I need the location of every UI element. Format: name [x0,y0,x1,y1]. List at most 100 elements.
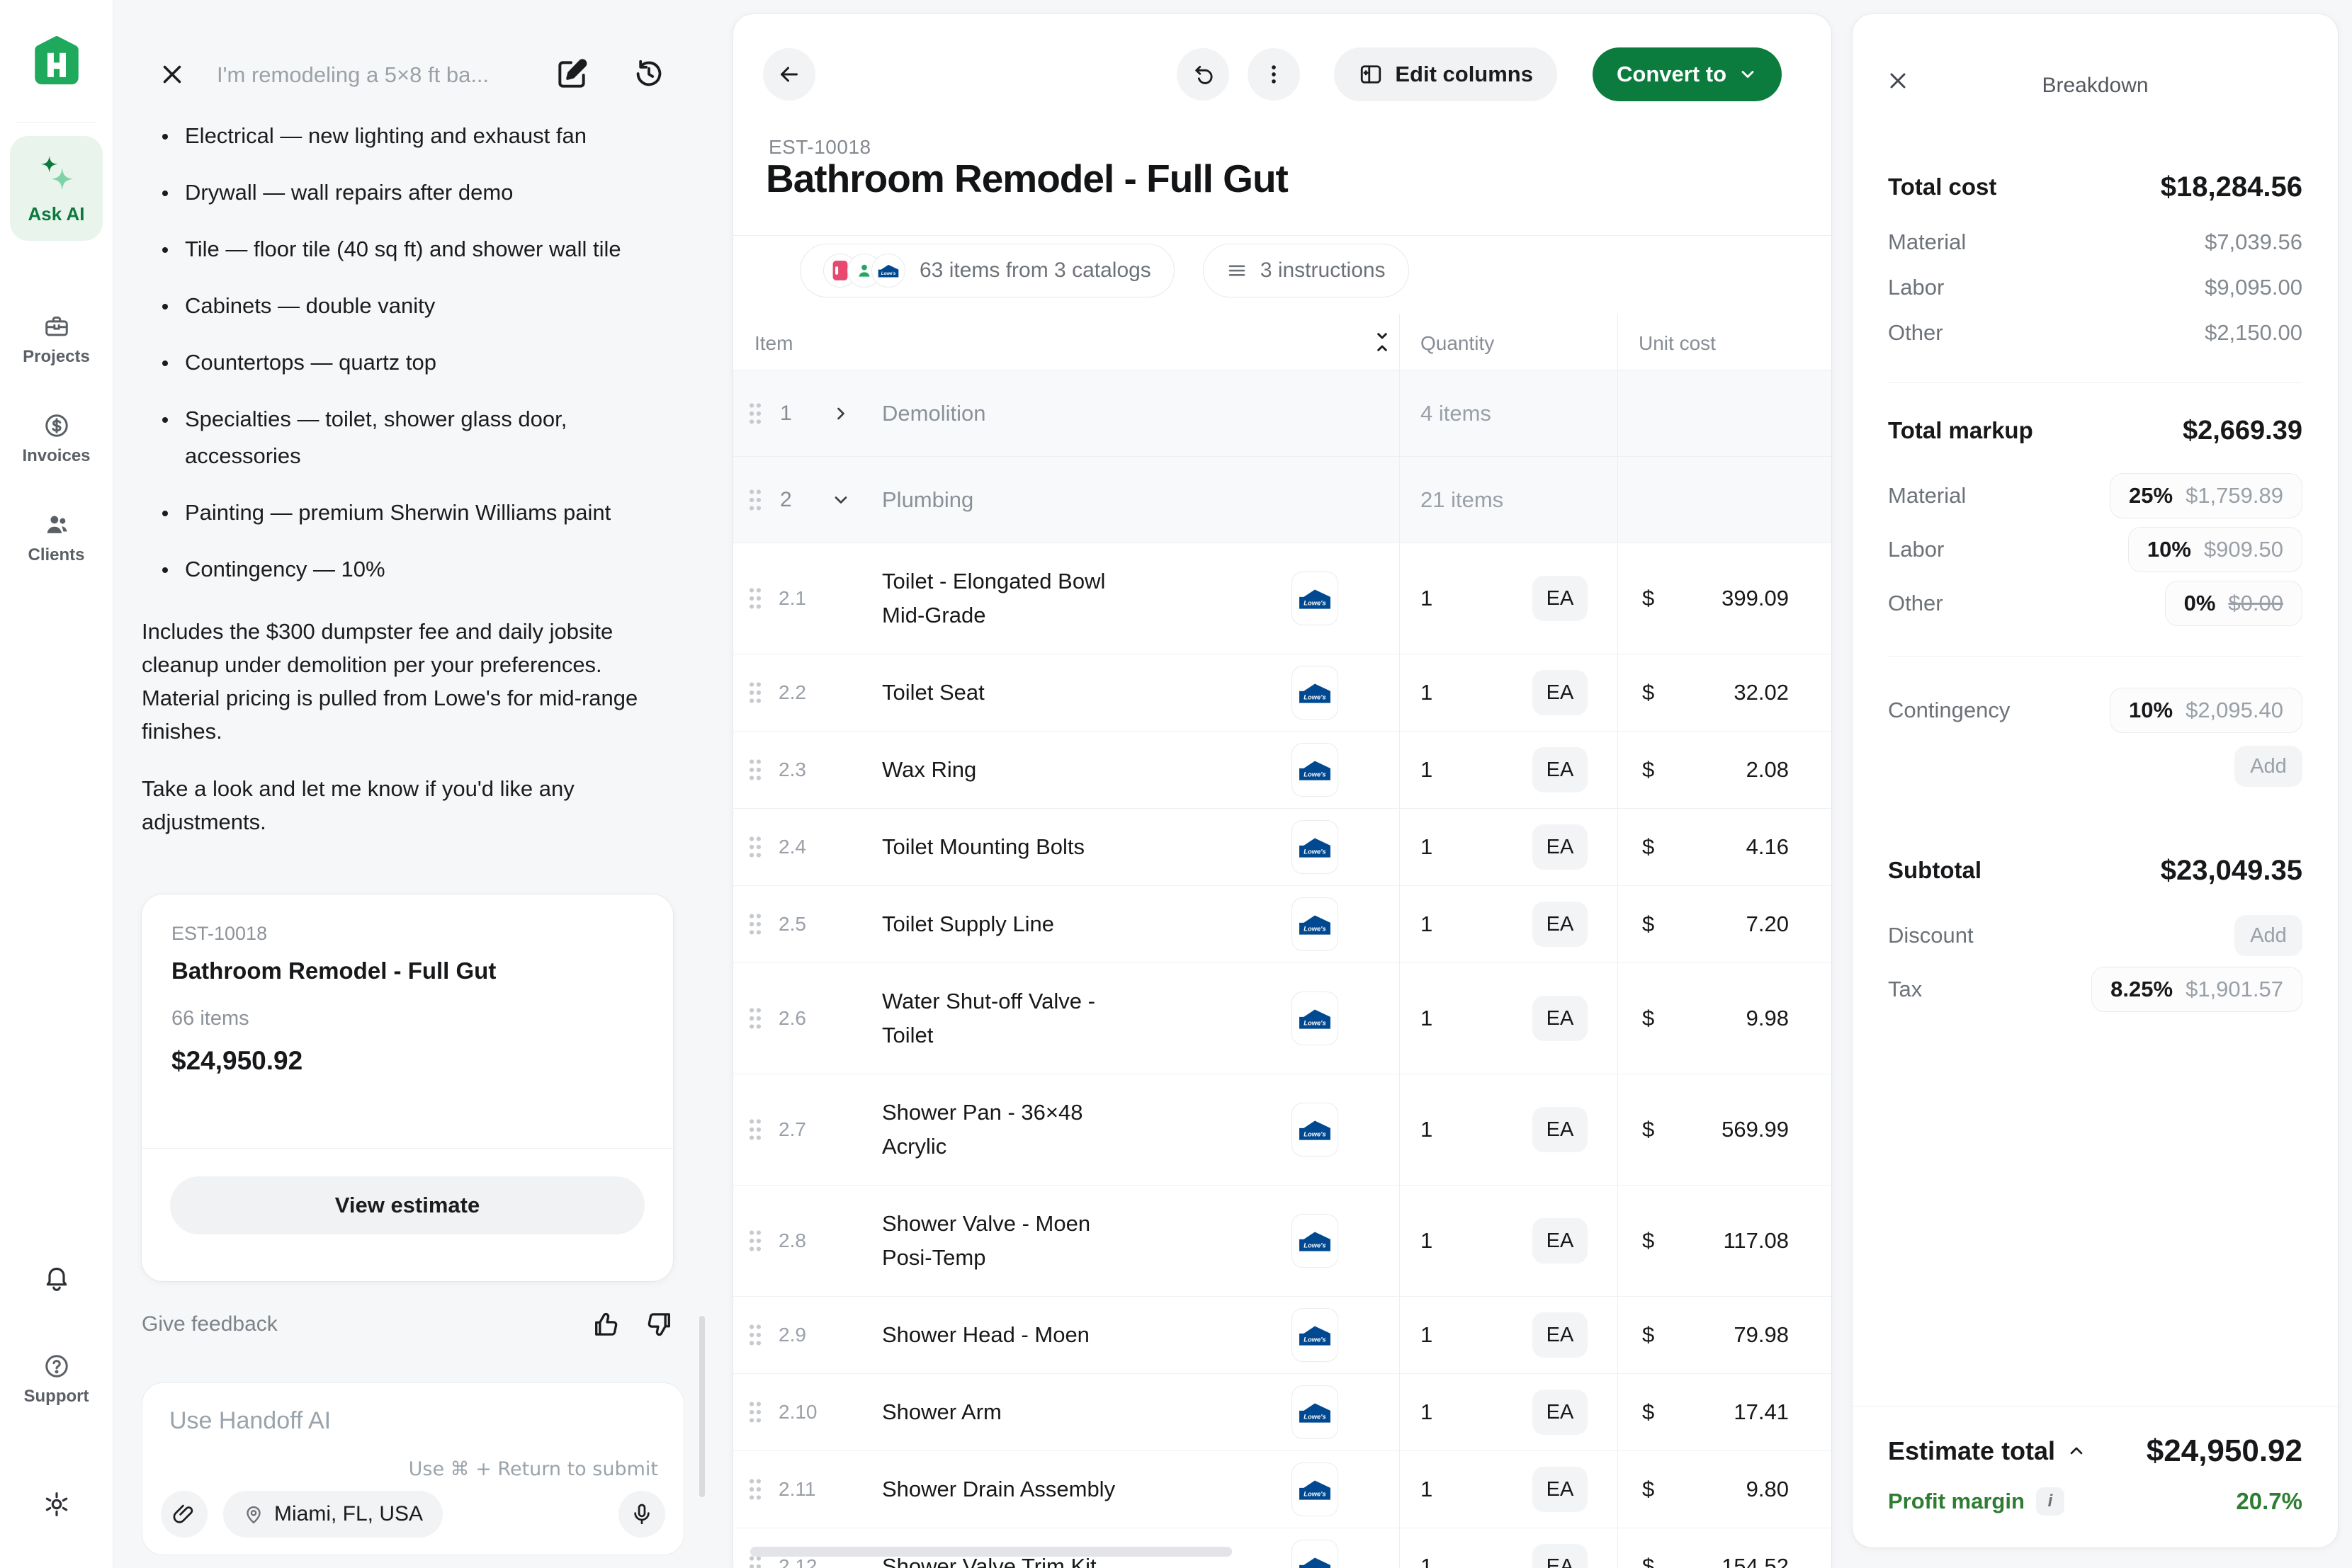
table-row[interactable]: 2.5 Toilet Supply Line Lowe's 1 EA $ 7.2… [733,886,1831,963]
other-markup-chip[interactable]: 0% $0.00 [2165,581,2302,626]
drag-handle-icon[interactable] [745,1477,766,1502]
drag-handle-icon[interactable] [745,834,766,860]
drag-handle-icon[interactable] [745,586,766,611]
quantity-value[interactable]: 1 [1420,911,1432,937]
mic-button[interactable] [618,1491,665,1538]
unit-cost-value[interactable]: 117.08 [1723,1228,1789,1254]
unit-cost-value[interactable]: 154.52 [1721,1554,1789,1568]
lowes-badge[interactable]: Lowe's [1291,1214,1338,1268]
quantity-value[interactable]: 1 [1420,1228,1432,1254]
instructions-badge[interactable]: 3 instructions [1203,244,1409,297]
unit-chip[interactable]: EA [1532,902,1588,947]
item-name[interactable]: Toilet Supply Line [882,886,1144,962]
chat-scrollbar[interactable] [699,1316,705,1497]
table-row[interactable]: 2.9 Shower Head - Moen Lowe's 1 EA $ 79.… [733,1297,1831,1374]
unit-chip[interactable]: EA [1532,1218,1588,1263]
item-name[interactable]: Shower Valve - Moen Posi-Temp [882,1186,1144,1296]
quantity-value[interactable]: 1 [1420,1554,1432,1568]
unit-chip[interactable]: EA [1532,1107,1588,1152]
drag-handle-icon[interactable] [745,911,766,937]
lowes-badge[interactable]: Lowe's [1291,666,1338,720]
unit-cost-value[interactable]: 7.20 [1746,911,1789,937]
unit-cost-value[interactable]: 569.99 [1721,1117,1789,1142]
quantity-value[interactable]: 1 [1420,1117,1432,1142]
unit-chip[interactable]: EA [1532,1467,1588,1512]
item-name[interactable]: Shower Drain Assembly [882,1451,1144,1528]
chevron-up-icon[interactable] [2067,1441,2086,1461]
collapse-all-icon[interactable] [1371,331,1393,353]
lowes-badge[interactable]: Lowe's [1291,572,1338,625]
thumbs-down-button[interactable] [643,1309,674,1340]
chat-input[interactable]: Use Handoff AI Use ⌘ + Return to submit … [142,1382,684,1555]
drag-handle-icon[interactable] [745,1228,766,1254]
quantity-value[interactable]: 1 [1420,1006,1432,1031]
horizontal-scrollbar[interactable] [750,1547,1232,1557]
unit-cost-value[interactable]: 4.16 [1746,834,1789,860]
drag-handle-icon[interactable] [745,757,766,783]
item-name[interactable]: Toilet Mounting Bolts [882,809,1144,885]
drag-handle-icon[interactable] [745,487,766,513]
back-button[interactable] [763,48,815,101]
quantity-value[interactable]: 1 [1420,680,1432,705]
unit-cost-value[interactable]: 2.08 [1746,757,1789,783]
lowes-badge[interactable]: Lowe's [1291,1103,1338,1157]
item-name[interactable]: Water Shut-off Valve - Toilet [882,963,1144,1074]
unit-cost-value[interactable]: 399.09 [1721,586,1789,611]
sidebar-item-projects[interactable]: Projects [10,313,103,367]
lowes-badge[interactable]: Lowe's [1291,743,1338,797]
unit-chip[interactable]: EA [1532,1312,1588,1358]
item-name[interactable]: Shower Arm [882,1374,1144,1450]
quantity-value[interactable]: 1 [1420,1399,1432,1425]
drag-handle-icon[interactable] [745,1399,766,1425]
new-chat-button[interactable] [554,57,589,92]
tax-chip[interactable]: 8.25% $1,901.57 [2091,967,2302,1012]
location-chip[interactable]: Miami, FL, USA [223,1491,443,1538]
drag-handle-icon[interactable] [745,1322,766,1348]
chat-close-button[interactable] [157,59,187,89]
thumbs-up-button[interactable] [591,1309,622,1340]
notifications-button[interactable] [10,1263,103,1292]
unit-chip[interactable]: EA [1532,1390,1588,1435]
unit-chip[interactable]: EA [1532,576,1588,621]
table-row[interactable]: 2.8 Shower Valve - Moen Posi-Temp Lowe's… [733,1186,1831,1297]
more-options-button[interactable] [1248,48,1300,101]
chevron-right-icon[interactable] [831,404,851,424]
settings-button[interactable] [10,1490,103,1518]
unit-cost-value[interactable]: 32.02 [1734,680,1789,705]
unit-chip[interactable]: EA [1532,824,1588,870]
unit-chip[interactable]: EA [1532,747,1588,792]
chat-history-button[interactable] [632,57,666,91]
contingency-chip[interactable]: 10% $2,095.40 [2110,688,2302,733]
chevron-down-icon[interactable] [831,490,851,510]
undo-button[interactable] [1177,48,1229,101]
lowes-badge[interactable]: Lowe's [1291,897,1338,951]
convert-to-button[interactable]: Convert to [1593,47,1782,101]
sidebar-item-ask-ai[interactable]: Ask AI [10,136,103,241]
lowes-badge[interactable]: Lowe's [1291,992,1338,1045]
item-name[interactable]: Wax Ring [882,732,1144,808]
lowes-badge[interactable]: Lowe's [1291,820,1338,874]
unit-chip[interactable]: EA [1532,996,1588,1041]
unit-cost-value[interactable]: 79.98 [1734,1322,1789,1348]
table-row[interactable]: 2.2 Toilet Seat Lowe's 1 EA $ 32.02 [733,654,1831,732]
table-row[interactable]: 2.4 Toilet Mounting Bolts Lowe's 1 EA $ … [733,809,1831,886]
unit-cost-value[interactable]: 17.41 [1734,1399,1789,1425]
sidebar-item-invoices[interactable]: Invoices [10,412,103,466]
table-row[interactable]: 2.11 Shower Drain Assembly Lowe's 1 EA $… [733,1451,1831,1528]
info-icon[interactable]: i [2036,1487,2064,1516]
table-row[interactable]: 2.7 Shower Pan - 36×48 Acrylic Lowe's 1 … [733,1074,1831,1186]
lowes-badge[interactable]: Lowe's [1291,1462,1338,1516]
quantity-value[interactable]: 1 [1420,1322,1432,1348]
item-name[interactable]: Toilet - Elongated Bowl Mid-Grade [882,543,1144,654]
table-row[interactable]: 2.6 Water Shut-off Valve - Toilet Lowe's… [733,963,1831,1074]
lowes-badge[interactable]: Lowe's [1291,1385,1338,1439]
drag-handle-icon[interactable] [745,1006,766,1031]
view-estimate-button[interactable]: View estimate [170,1176,645,1234]
lowes-badge[interactable]: Lowe's [1291,1540,1338,1568]
edit-columns-button[interactable]: Edit columns [1334,47,1557,101]
column-header-item[interactable]: Item [754,332,793,355]
drag-handle-icon[interactable] [745,1117,766,1142]
contingency-add-button[interactable]: Add [2234,746,2302,787]
quantity-value[interactable]: 1 [1420,834,1432,860]
column-header-quantity[interactable]: Quantity [1420,332,1494,355]
